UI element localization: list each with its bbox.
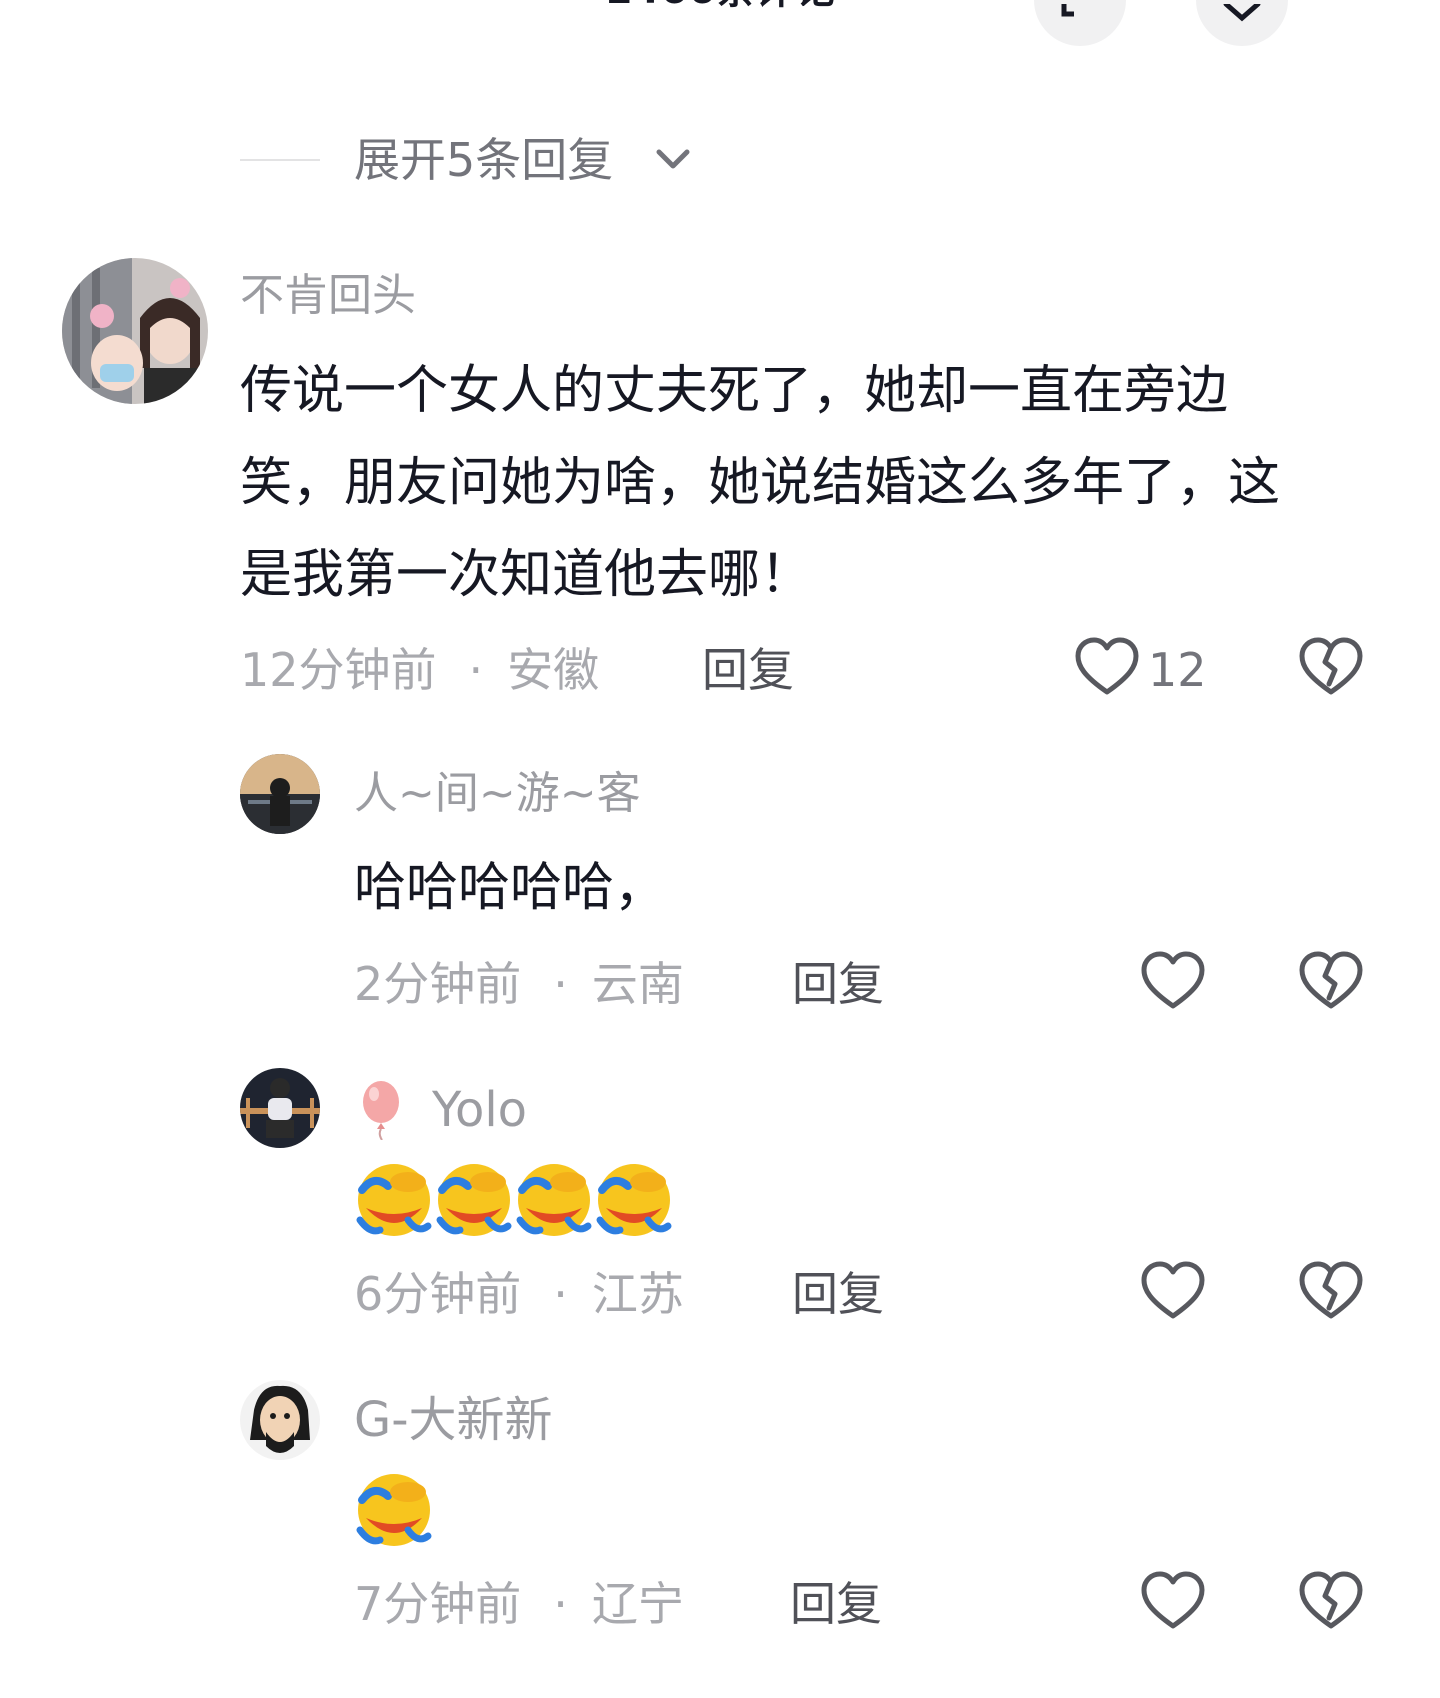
avatar[interactable] <box>240 1068 320 1148</box>
timestamp: 6分钟前 <box>354 1267 522 1321</box>
expand-icon <box>1061 4 1074 17</box>
timestamp: 12分钟前 <box>240 643 437 697</box>
emoji-row <box>354 1160 674 1240</box>
like-button[interactable] <box>1140 1570 1206 1632</box>
reply-button[interactable]: 回复 <box>702 640 794 700</box>
broken-heart-icon <box>1299 637 1363 695</box>
username[interactable]: 人~间~游~客 <box>354 766 641 822</box>
avatar[interactable] <box>240 1380 320 1460</box>
balloon-icon <box>363 1081 399 1140</box>
emoji-row <box>354 1470 434 1550</box>
meta-separator: · <box>553 1577 568 1631</box>
username[interactable]: Yolo <box>432 1082 527 1138</box>
laughing-crying-emoji <box>356 1474 432 1546</box>
reply-button[interactable]: 回复 <box>790 1574 882 1634</box>
close-button[interactable] <box>1196 0 1288 46</box>
broken-heart-icon <box>1299 1571 1363 1629</box>
username[interactable]: 不肯回头 <box>240 268 416 324</box>
user-photo <box>240 1068 320 1148</box>
comment-meta: 12分钟前 · 安徽 <box>240 640 599 700</box>
dislike-button[interactable] <box>1298 1570 1364 1632</box>
user-photo <box>240 1380 320 1460</box>
reply-button[interactable]: 回复 <box>792 954 884 1014</box>
expand-replies-button[interactable]: 展开5条回复 <box>354 130 613 190</box>
expand-divider <box>240 159 320 161</box>
username[interactable]: G-大新新 <box>354 1392 553 1448</box>
meta-separator: · <box>553 1267 568 1321</box>
user-photo <box>240 754 320 834</box>
dislike-button[interactable] <box>1298 1260 1364 1322</box>
meta-separator: · <box>553 957 568 1011</box>
reply-text: 哈哈哈哈哈， <box>354 858 667 918</box>
expand-button[interactable] <box>1034 0 1126 46</box>
dislike-button[interactable] <box>1298 636 1364 698</box>
avatar[interactable] <box>62 258 208 404</box>
location: 云南 <box>591 957 684 1011</box>
location: 辽宁 <box>591 1577 684 1631</box>
dislike-button[interactable] <box>1298 950 1364 1012</box>
like-count: 12 <box>1148 643 1207 697</box>
heart-icon <box>1141 1261 1205 1319</box>
broken-heart-icon <box>1299 1261 1363 1319</box>
reply-meta: 6分钟前 · 江苏 <box>354 1264 684 1324</box>
chevron-down-icon <box>656 149 690 169</box>
avatar[interactable] <box>240 754 320 834</box>
timestamp: 7分钟前 <box>354 1577 522 1631</box>
close-icon <box>1223 4 1261 22</box>
comment-text: 传说一个女人的丈夫死了，她却一直在旁边笑，朋友问她为啥，她说结婚这么多年了，这是… <box>240 361 1281 605</box>
meta-separator: · <box>468 643 484 697</box>
like-button[interactable] <box>1140 1260 1206 1322</box>
like-button[interactable] <box>1074 636 1140 698</box>
reply-meta: 7分钟前 · 辽宁 <box>354 1574 684 1634</box>
heart-icon <box>1141 951 1205 1009</box>
reply-meta: 2分钟前 · 云南 <box>354 954 684 1014</box>
heart-icon <box>1075 637 1139 695</box>
reply-button[interactable]: 回复 <box>792 1264 884 1324</box>
user-photo <box>62 258 208 404</box>
broken-heart-icon <box>1299 951 1363 1009</box>
timestamp: 2分钟前 <box>354 957 522 1011</box>
heart-icon <box>1141 1571 1205 1629</box>
location: 江苏 <box>591 1267 684 1321</box>
like-button[interactable] <box>1140 950 1206 1012</box>
location: 安徽 <box>507 643 600 697</box>
laughing-crying-emoji <box>356 1164 672 1236</box>
